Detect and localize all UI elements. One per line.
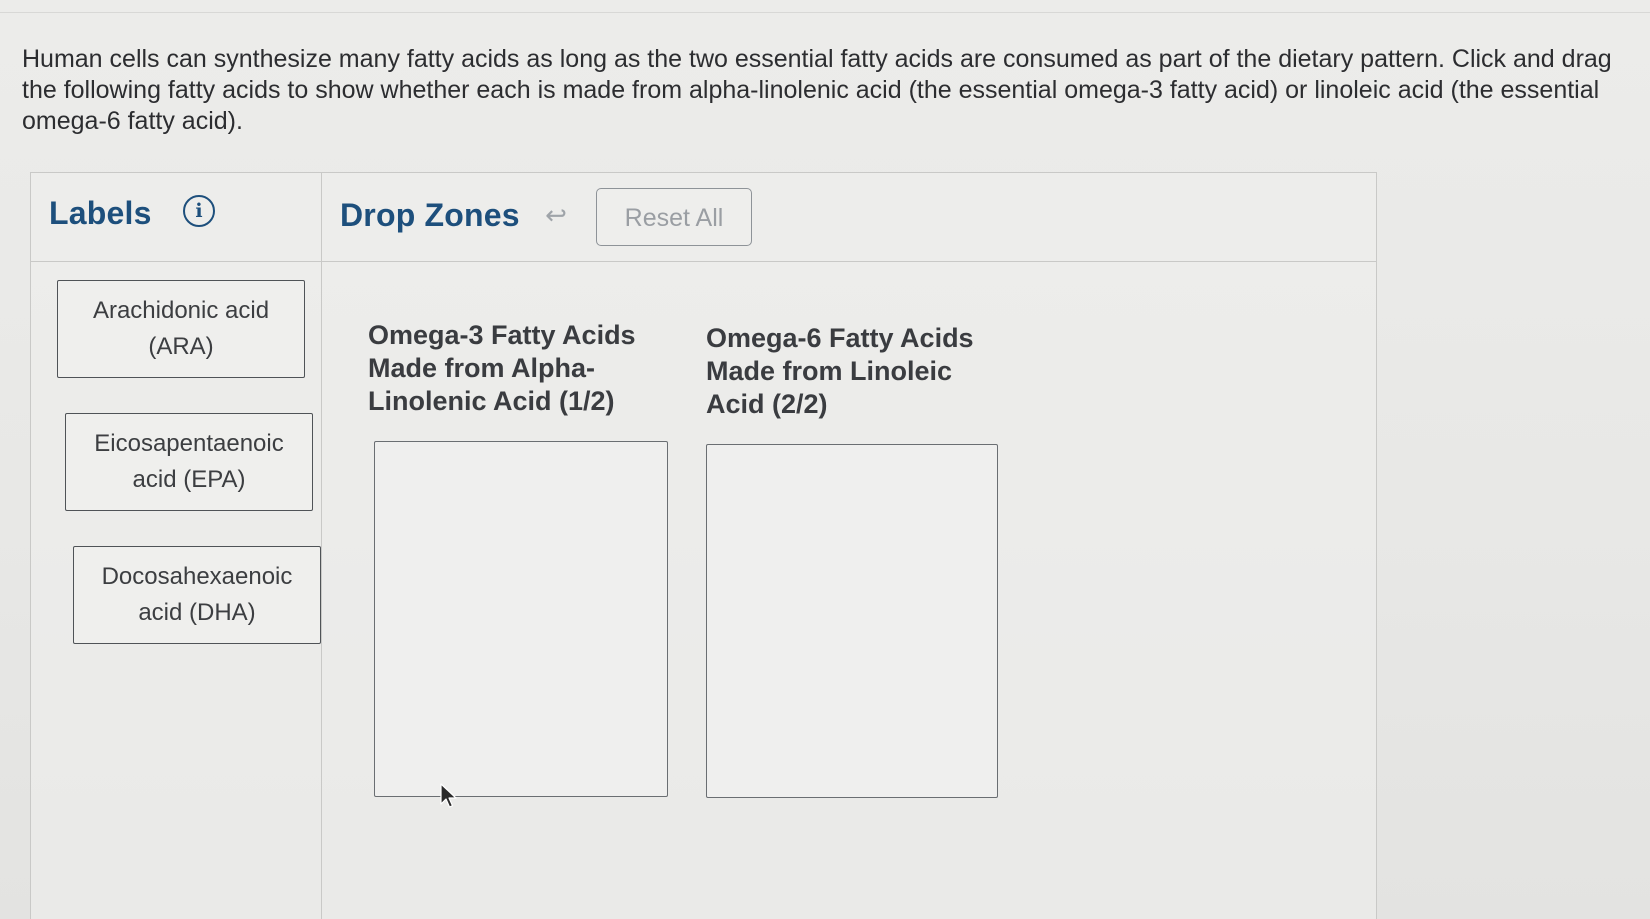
omega-3-zone-heading: Omega-3 Fatty Acids Made from Alpha-Lino…	[368, 320, 636, 416]
undo-icon[interactable]: ↩	[542, 201, 570, 229]
omega-6-zone-heading: Omega-6 Fatty Acids Made from Linoleic A…	[706, 323, 974, 419]
drag-drop-widget: Labels i Arachidonic acid (ARA) Eicosape…	[30, 172, 1377, 919]
labels-header: Labels i	[31, 173, 321, 262]
label-chip-text: Docosahexaenoic acid (DHA)	[101, 563, 293, 626]
label-chip-dha[interactable]: Docosahexaenoic acid (DHA)	[73, 546, 321, 644]
drop-zones-header: Drop Zones ↩ Reset All	[322, 173, 1376, 262]
question-prompt: Human cells can synthesize many fatty ac…	[22, 45, 1612, 135]
label-chip-text: Eicosapentaenoic acid (EPA)	[94, 430, 284, 493]
mouse-cursor-icon	[440, 783, 457, 808]
label-chip-epa[interactable]: Eicosapentaenoic acid (EPA)	[65, 413, 313, 511]
labels-title: Labels	[49, 195, 152, 231]
drop-zones-panel: Drop Zones ↩ Reset All Omega-3 Fatty Aci…	[322, 173, 1376, 919]
label-chip-text: Arachidonic acid (ARA)	[92, 297, 270, 360]
info-icon[interactable]: i	[183, 195, 215, 227]
top-divider	[0, 12, 1650, 13]
label-chip-ara[interactable]: Arachidonic acid (ARA)	[57, 280, 305, 378]
page: Human cells can synthesize many fatty ac…	[0, 0, 1650, 919]
omega-6-drop-zone[interactable]	[706, 444, 998, 798]
drop-zones-title: Drop Zones	[340, 197, 520, 233]
reset-all-button[interactable]: Reset All	[596, 188, 752, 246]
omega-3-drop-zone[interactable]	[374, 441, 668, 797]
labels-panel: Labels i Arachidonic acid (ARA) Eicosape…	[31, 173, 322, 919]
